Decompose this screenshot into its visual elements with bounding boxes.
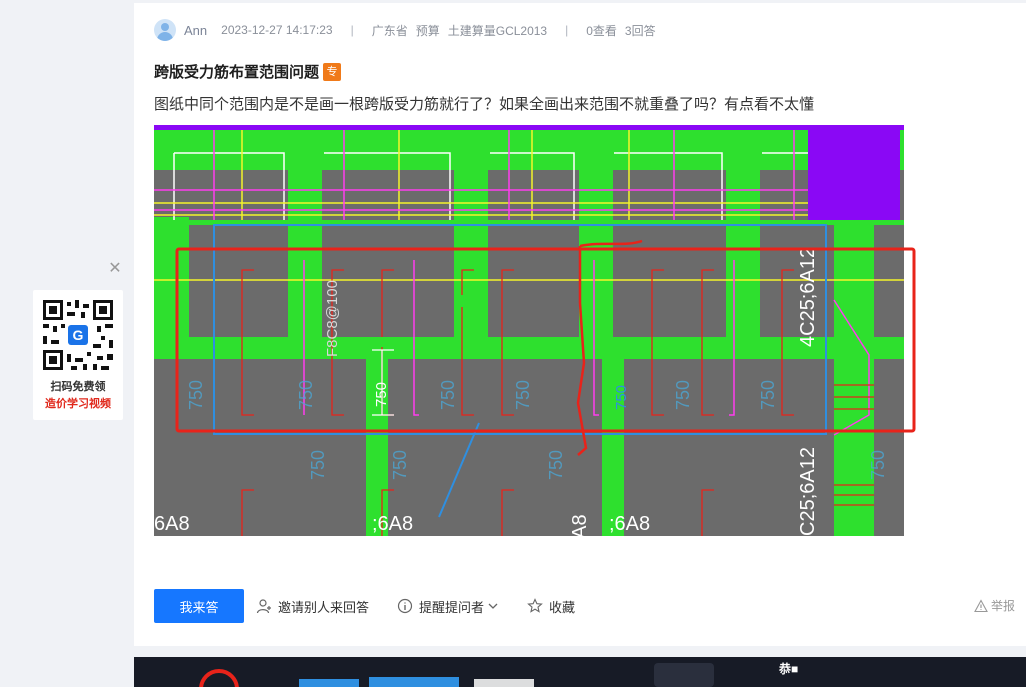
- svg-text:750: 750: [308, 450, 328, 480]
- qr-caption-highlight: 造价学习视频: [45, 398, 111, 410]
- svg-text:750: 750: [868, 450, 888, 480]
- svg-text:750: 750: [438, 380, 458, 410]
- rebar-label: 6A8: [154, 513, 190, 535]
- divider: |: [565, 23, 569, 37]
- question-body: 图纸中同个范围内是不是画一根跨版受力筋就行了？如果全画出来范围不就重叠了吗？有点…: [154, 96, 815, 113]
- svg-text:G: G: [73, 327, 84, 343]
- user-name[interactable]: Ann: [184, 23, 207, 38]
- info-circle-icon: [397, 598, 413, 614]
- divider: |: [350, 23, 354, 37]
- banner-text: 恭■: [779, 662, 799, 676]
- chevron-down-icon: [488, 603, 498, 609]
- remind-label: 提醒提问者: [419, 599, 485, 615]
- banner-graphic: [199, 663, 714, 687]
- svg-text:750: 750: [546, 450, 566, 480]
- svg-text:750: 750: [758, 380, 778, 410]
- cad-drawing-image[interactable]: 4C25;6A12 C25;6A12 F8C8@100 6A8 ;6A8 6A8…: [154, 125, 904, 536]
- svg-text:750: 750: [673, 380, 693, 410]
- qr-code-image: G: [41, 298, 115, 372]
- category-tag[interactable]: 预算: [416, 22, 440, 39]
- close-icon[interactable]: ✕: [108, 261, 122, 277]
- remind-asker-dropdown[interactable]: 提醒提问者: [397, 595, 499, 617]
- invite-label: 邀请别人来回答: [278, 599, 370, 615]
- answer-count: 3回答: [624, 23, 656, 38]
- question-card: Ann 2023-12-27 14:17:23 | 广东省 预算 土建算量GCL…: [134, 3, 1026, 646]
- rebar-label: 4C25;6A12: [797, 247, 819, 347]
- question-meta: Ann 2023-12-27 14:17:23 | 广东省 预算 土建算量GCL…: [154, 19, 656, 41]
- invite-answer-link[interactable]: 邀请别人来回答: [256, 595, 369, 617]
- dimension-label: 750: [373, 382, 390, 407]
- svg-text:750: 750: [390, 450, 410, 480]
- rebar-label: F8C8@100: [324, 280, 341, 357]
- rebar-label: 6A8: [569, 514, 591, 536]
- ad-banner[interactable]: 恭■: [134, 657, 1026, 687]
- svg-text:750: 750: [186, 380, 206, 410]
- rebar-label: ;6A8: [372, 513, 413, 535]
- svg-text:750: 750: [296, 380, 316, 410]
- avatar[interactable]: [154, 19, 176, 41]
- qr-promo-panel[interactable]: G 扫码免费领 造价学习视频: [33, 290, 123, 420]
- report-label: 举报: [991, 599, 1016, 613]
- star-icon: [527, 598, 543, 613]
- report-link[interactable]: 举报: [974, 597, 1015, 614]
- rebar-label: C25;6A12: [797, 447, 819, 536]
- person-add-icon: [256, 599, 271, 614]
- expert-badge: 专: [323, 62, 342, 81]
- favorite-button[interactable]: 收藏: [527, 595, 575, 617]
- qr-caption: 扫码免费领: [50, 381, 106, 393]
- question-title-text: 跨版受力筋布置范围问题: [154, 64, 320, 81]
- software-tag[interactable]: 土建算量GCL2013: [448, 22, 547, 39]
- rebar-label: ;6A8: [609, 513, 650, 535]
- question-title: 跨版受力筋布置范围问题 专: [154, 61, 342, 82]
- answer-button[interactable]: 我来答: [154, 589, 244, 623]
- warning-icon: [974, 598, 988, 612]
- post-datetime: 2023-12-27 14:17:23: [221, 23, 333, 37]
- region-tag: 广东省: [371, 23, 408, 38]
- favorite-label: 收藏: [549, 599, 576, 615]
- view-count: 0查看: [586, 23, 617, 38]
- dimension-label: 750: [613, 385, 630, 410]
- svg-text:750: 750: [513, 380, 533, 410]
